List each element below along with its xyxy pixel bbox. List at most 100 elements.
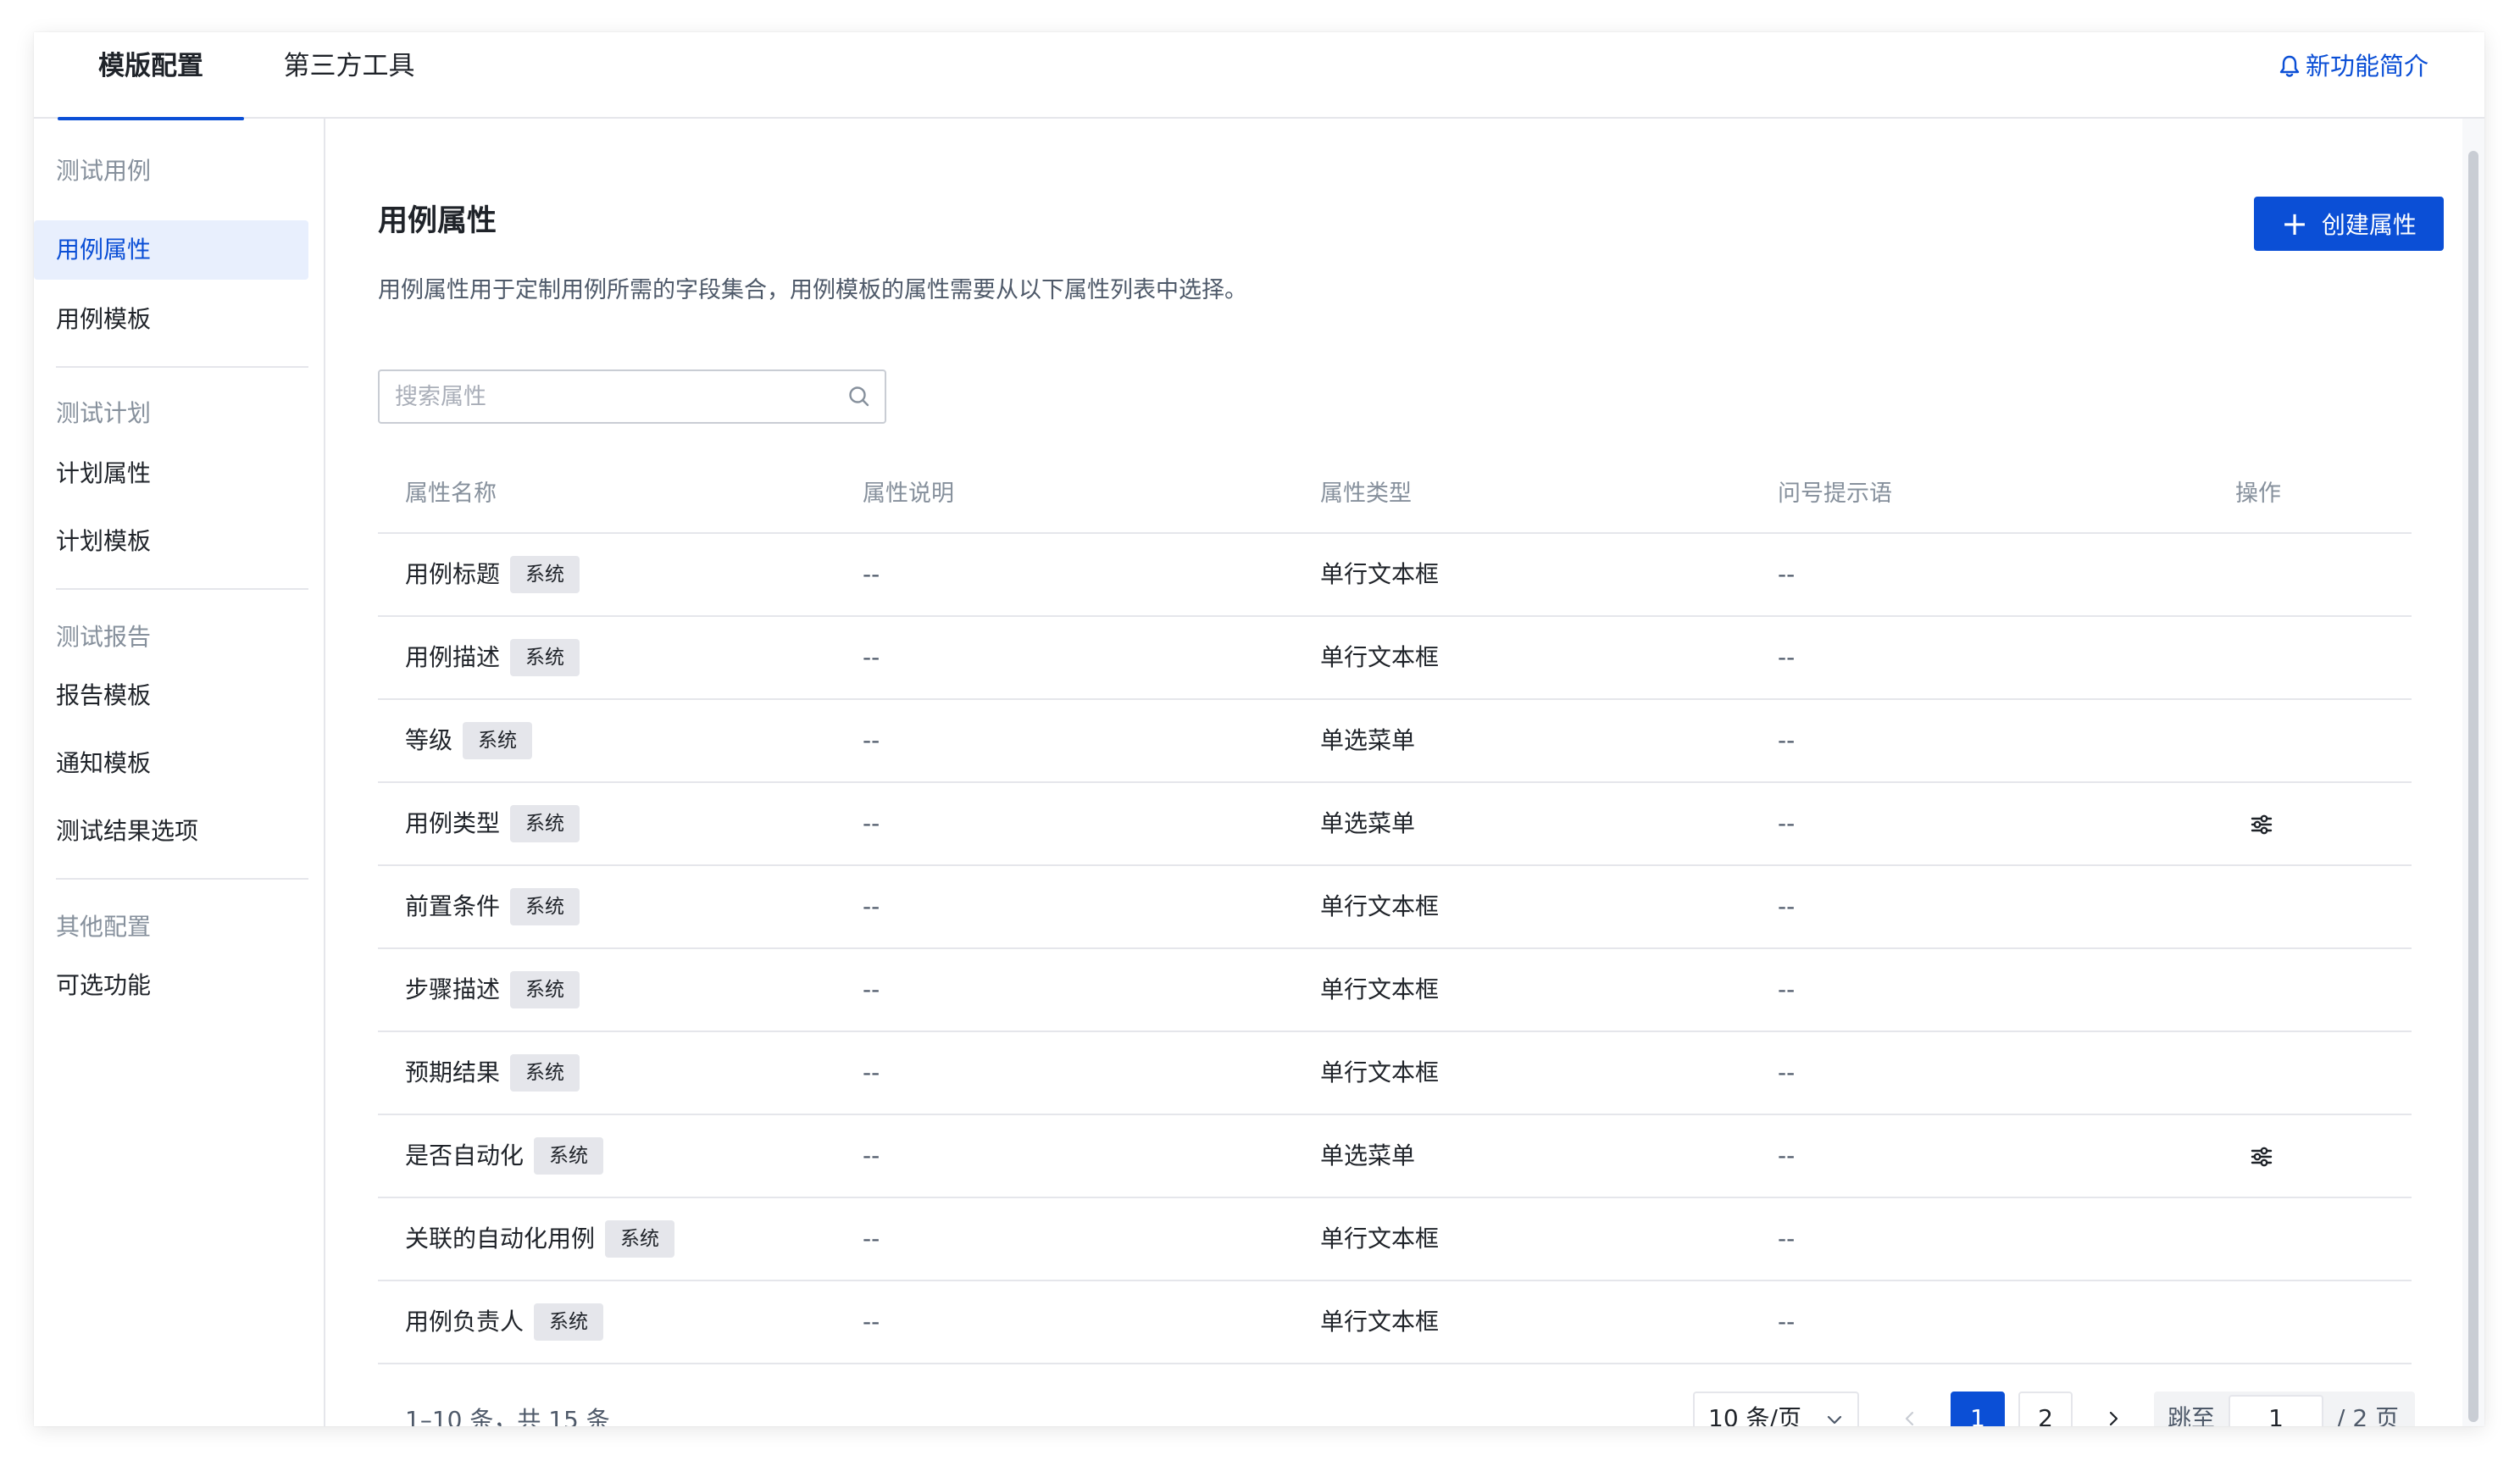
cell-attribute-name: 前置条件 系统 [405, 866, 580, 947]
settings-sliders-icon[interactable] [2249, 812, 2274, 837]
cell-question-hint: -- [1778, 892, 1796, 920]
search-input[interactable] [380, 371, 837, 422]
create-attribute-button[interactable]: + 创建属性 [2254, 197, 2444, 251]
whats-new-label: 新功能简介 [2305, 52, 2428, 81]
table-row: 用例描述 系统 -- 单行文本框 -- [378, 617, 2412, 700]
page-button-2[interactable]: 2 [2018, 1392, 2073, 1426]
attribute-name: 用例标题 [405, 560, 501, 588]
page-size-select[interactable]: 10 条/页 [1693, 1392, 1859, 1426]
search-icon[interactable] [847, 385, 871, 408]
column-header-actions: 操作 [2235, 481, 2281, 507]
table-row: 预期结果 系统 -- 单行文本框 -- [378, 1032, 2412, 1115]
table-row: 关联的自动化用例 系统 -- 单行文本框 -- [378, 1198, 2412, 1281]
sidebar-item-case-attributes[interactable]: 用例属性 [34, 220, 308, 280]
sidebar-divider [56, 878, 308, 880]
cell-attribute-description: -- [863, 1142, 880, 1169]
table-row: 等级 系统 -- 单选菜单 -- [378, 700, 2412, 783]
sidebar-item-case-templates[interactable]: 用例模板 [34, 290, 308, 349]
cell-attribute-name: 步骤描述 系统 [405, 949, 580, 1030]
attribute-name: 是否自动化 [405, 1142, 525, 1169]
prev-page-button[interactable] [1883, 1392, 1937, 1426]
scrollbar-thumb[interactable] [2468, 151, 2478, 1422]
sidebar-item-plan-templates[interactable]: 计划模板 [34, 512, 308, 571]
system-tag: 系统 [510, 1054, 580, 1092]
sidebar-item-optional-features[interactable]: 可选功能 [34, 956, 308, 1015]
table-row: 用例负责人 系统 -- 单行文本框 -- [378, 1281, 2412, 1364]
cell-question-hint: -- [1778, 809, 1796, 837]
column-header-description: 属性说明 [863, 481, 954, 507]
sidebar: 测试用例 用例属性 用例模板 测试计划 计划属性 计划模板 测试报告 报告模板 … [34, 119, 325, 1426]
column-header-name: 属性名称 [405, 481, 497, 507]
attribute-name: 预期结果 [405, 1058, 501, 1086]
pagination-total: 1–10 条，共 15 条 [405, 1406, 610, 1426]
cell-attribute-type: 单行文本框 [1320, 1308, 1440, 1336]
cell-attribute-name: 用例标题 系统 [405, 534, 580, 615]
jump-label: 跳至 [2168, 1404, 2216, 1426]
cell-attribute-description: -- [863, 809, 880, 837]
system-tag: 系统 [510, 888, 580, 925]
table-row: 是否自动化 系统 -- 单选菜单 -- [378, 1115, 2412, 1198]
system-tag: 系统 [463, 722, 533, 759]
cell-attribute-type: 单行文本框 [1320, 975, 1440, 1003]
tab-template-config[interactable]: 模版配置 [58, 32, 244, 120]
sidebar-item-report-templates[interactable]: 报告模板 [34, 666, 308, 725]
settings-sliders-icon[interactable] [2249, 1144, 2274, 1169]
system-tag: 系统 [534, 1303, 604, 1341]
sidebar-item-notification-templates[interactable]: 通知模板 [34, 734, 308, 793]
cell-attribute-type: 单选菜单 [1320, 1142, 1416, 1169]
attribute-name: 用例负责人 [405, 1308, 525, 1336]
cell-attribute-description: -- [863, 726, 880, 754]
table-row: 用例类型 系统 -- 单选菜单 -- [378, 783, 2412, 866]
cell-question-hint: -- [1778, 1308, 1796, 1336]
jump-page-input[interactable]: 1 [2229, 1395, 2323, 1426]
plus-icon: + [2281, 205, 2308, 242]
sidebar-divider [56, 588, 308, 590]
attribute-name: 步骤描述 [405, 975, 501, 1003]
cell-attribute-type: 单选菜单 [1320, 809, 1416, 837]
cell-attribute-description: -- [863, 1225, 880, 1253]
attribute-name: 用例描述 [405, 643, 501, 671]
attributes-table: 属性名称 属性说明 属性类型 问号提示语 操作 用例标题 系统 -- 单行文本框 -- 用… [378, 454, 2412, 1364]
cell-question-hint: -- [1778, 560, 1796, 588]
cell-attribute-type: 单行文本框 [1320, 1058, 1440, 1086]
cell-attribute-type: 单行文本框 [1320, 560, 1440, 588]
cell-attribute-name: 用例类型 系统 [405, 783, 580, 864]
main-content: 用例属性 + 创建属性 用例属性用于定制用例所需的字段集合，用例模板的属性需要从… [325, 119, 2484, 1426]
cell-attribute-type: 单行文本框 [1320, 643, 1440, 671]
chevron-left-icon [1905, 1411, 1914, 1426]
attribute-name: 前置条件 [405, 892, 501, 920]
sidebar-item-test-result-options[interactable]: 测试结果选项 [34, 802, 308, 861]
tab-third-party-tools[interactable]: 第三方工具 [264, 32, 434, 119]
table-row: 用例标题 系统 -- 单行文本框 -- [378, 534, 2412, 617]
cell-question-hint: -- [1778, 643, 1796, 671]
system-tag: 系统 [605, 1220, 675, 1258]
cell-question-hint: -- [1778, 975, 1796, 1003]
bell-icon [2279, 55, 2300, 77]
sidebar-divider [56, 366, 308, 368]
system-tag: 系统 [510, 971, 580, 1008]
cell-attribute-name: 关联的自动化用例 系统 [405, 1198, 675, 1280]
cell-attribute-description: -- [863, 643, 880, 671]
page-title: 用例属性 [378, 204, 497, 238]
cell-attribute-type: 单行文本框 [1320, 1225, 1440, 1253]
vertical-scrollbar[interactable] [2462, 119, 2484, 1426]
system-tag: 系统 [510, 805, 580, 842]
cell-attribute-description: -- [863, 1058, 880, 1086]
chevron-down-icon [1827, 1415, 1842, 1425]
cell-attribute-description: -- [863, 975, 880, 1003]
cell-question-hint: -- [1778, 1225, 1796, 1253]
table-row: 前置条件 系统 -- 单行文本框 -- [378, 866, 2412, 949]
cell-question-hint: -- [1778, 1142, 1796, 1169]
page-button-1[interactable]: 1 [1951, 1392, 2005, 1426]
sidebar-item-plan-attributes[interactable]: 计划属性 [34, 444, 308, 503]
whats-new-link[interactable]: 新功能简介 [2279, 32, 2428, 100]
attribute-name: 关联的自动化用例 [405, 1225, 596, 1253]
create-attribute-label: 创建属性 [2321, 211, 2417, 239]
table-header: 属性名称 属性说明 属性类型 问号提示语 操作 [378, 454, 2412, 534]
cell-attribute-description: -- [863, 892, 880, 920]
cell-attribute-type: 单选菜单 [1320, 726, 1416, 754]
cell-attribute-name: 预期结果 系统 [405, 1032, 580, 1114]
table-body: 用例标题 系统 -- 单行文本框 -- 用例描述 系统 -- 单行文本框 -- 等级 系统 -- 单选菜单… [378, 534, 2412, 1364]
next-page-button[interactable] [2086, 1392, 2140, 1426]
sidebar-group-other-config: 其他配置 [56, 913, 152, 941]
